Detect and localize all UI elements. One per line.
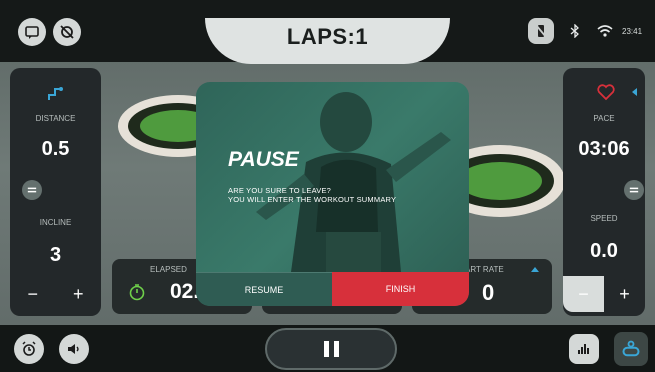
speed-decrease-button[interactable]: − — [563, 276, 604, 312]
pause-icon — [323, 341, 339, 357]
chart-button[interactable] — [569, 334, 599, 364]
phone-muted-button[interactable] — [528, 18, 554, 44]
volume-button[interactable] — [59, 334, 89, 364]
finish-button[interactable]: FINISH — [332, 272, 469, 306]
pace-value: 03:06 — [578, 138, 630, 160]
track-view-button[interactable] — [614, 332, 648, 366]
speaker-icon — [68, 344, 79, 354]
speed-value: 0.0 — [590, 240, 618, 262]
heart-rate-value: 0 — [482, 280, 495, 305]
incline-increase-button[interactable]: + — [56, 276, 102, 312]
right-panel-collapse-button[interactable] — [624, 180, 644, 200]
phone-muted-icon — [535, 24, 547, 38]
incline-decrease-button[interactable]: − — [10, 276, 56, 312]
speed-stepper: − + — [563, 276, 645, 312]
no-sound-icon — [60, 25, 74, 39]
speed-increase-button[interactable]: + — [604, 276, 645, 312]
alarm-clock-icon — [22, 341, 36, 356]
dialog-message: ARE YOU SURE TO LEAVE? YOU WILL ENTER TH… — [228, 186, 396, 204]
incline-stepper: − + — [10, 276, 101, 312]
bluetooth-icon — [568, 23, 582, 39]
sound-toggle-button[interactable] — [53, 18, 81, 46]
distance-label: DISTANCE — [35, 114, 76, 123]
dialog-title: PAUSE — [228, 148, 299, 171]
distance-value: 0.5 — [41, 138, 70, 160]
swap-icon — [27, 187, 37, 193]
bar-chart-icon — [578, 344, 589, 354]
track-right-grass — [458, 162, 542, 200]
incline-value: 3 — [49, 244, 62, 266]
distance-icon — [46, 85, 64, 103]
heart-rate-label: ART RATE — [465, 265, 504, 274]
athlete-image — [196, 82, 469, 272]
elapsed-label: ELAPSED — [150, 265, 187, 274]
wifi-icon — [597, 24, 613, 38]
dialog-message-line-1: ARE YOU SURE TO LEAVE? — [228, 186, 332, 195]
resume-button[interactable]: RESUME — [196, 272, 332, 306]
laps-counter: LAPS:1 — [286, 24, 369, 49]
left-panel-collapse-button[interactable] — [22, 180, 42, 200]
pause-dialog: PAUSE ARE YOU SURE TO LEAVE? YOU WILL EN… — [196, 82, 469, 306]
stopwatch-icon — [128, 283, 146, 301]
chat-button[interactable] — [18, 18, 46, 46]
pace-label: PACE — [593, 114, 615, 123]
heart-pace-icon — [596, 82, 616, 102]
incline-label: INCLINE — [39, 218, 72, 227]
dialog-message-line-2: YOU WILL ENTER THE WORKOUT SUMMARY — [228, 195, 397, 204]
chat-icon — [25, 26, 39, 39]
track-icon — [622, 340, 640, 357]
clock: 23:41 — [622, 27, 643, 36]
swap-icon — [629, 187, 639, 193]
pause-button[interactable] — [265, 328, 397, 370]
heart-rate-expand-icon[interactable] — [531, 267, 539, 272]
speed-label: SPEED — [590, 214, 618, 223]
elapsed-value: 02. — [170, 280, 200, 303]
alarm-button[interactable] — [14, 334, 44, 364]
pace-expand-arrow-icon[interactable] — [632, 88, 637, 96]
